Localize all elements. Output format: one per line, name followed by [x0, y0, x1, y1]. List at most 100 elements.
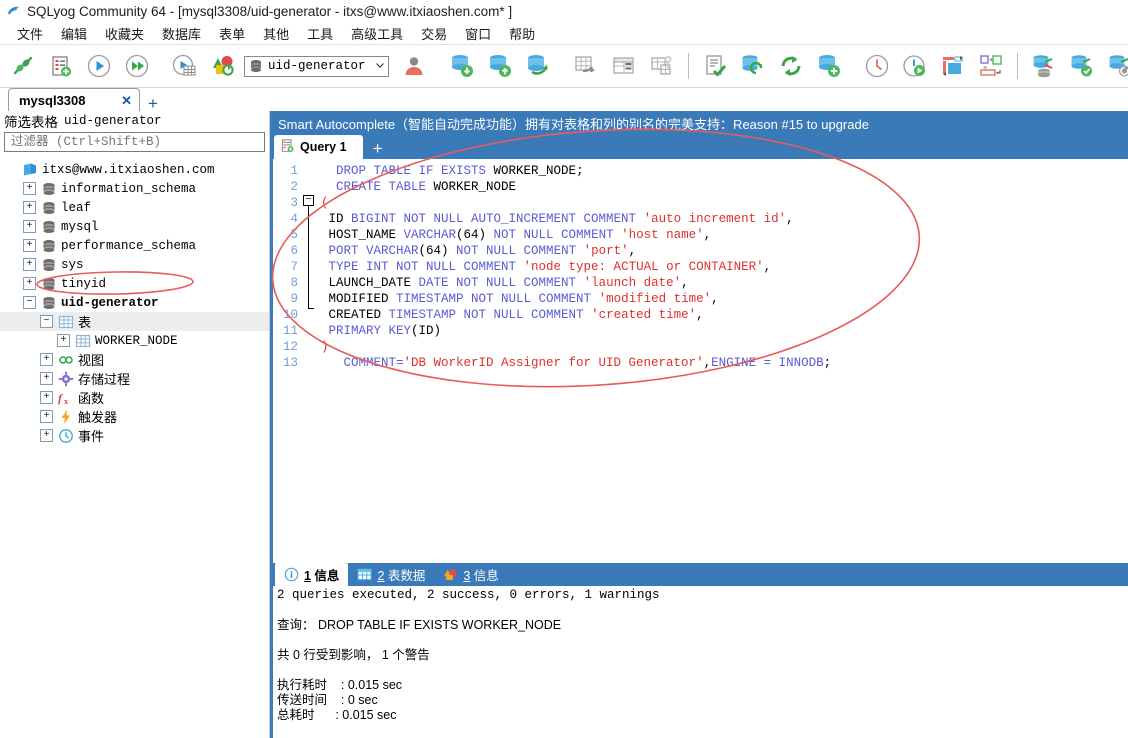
- verify-backup-icon[interactable]: [1063, 47, 1101, 85]
- menu-window[interactable]: 窗口: [456, 23, 500, 44]
- tree-node-server[interactable]: itxs@www.itxiaoshen.com: [0, 160, 269, 179]
- menu-transaction[interactable]: 交易: [412, 23, 456, 44]
- tree-node-events[interactable]: + 事件: [0, 426, 269, 445]
- execute-query-icon[interactable]: [80, 47, 118, 85]
- execute-all-queries-icon[interactable]: [118, 47, 156, 85]
- fold-toggle-icon[interactable]: −: [303, 195, 314, 206]
- line-number: 5: [290, 228, 298, 242]
- tree-node-information-schema[interactable]: + information_schema: [0, 179, 269, 198]
- tree-node-tables[interactable]: − 表: [0, 312, 269, 331]
- code-line[interactable]: ): [321, 339, 1128, 355]
- tree-node-leaf[interactable]: + leaf: [0, 198, 269, 217]
- refresh-objects-icon[interactable]: [204, 47, 242, 85]
- tree-expander-icon[interactable]: +: [57, 334, 70, 347]
- code-line[interactable]: LAUNCH_DATE DATE NOT NULL COMMENT 'launc…: [321, 275, 1128, 291]
- table-key-icon[interactable]: [643, 47, 681, 85]
- code-line[interactable]: DROP TABLE IF EXISTS WORKER_NODE;: [321, 163, 1128, 179]
- tree-expander-icon[interactable]: +: [23, 239, 36, 252]
- execute-query-to-grid-icon[interactable]: [166, 47, 204, 85]
- tree-node-worker-node[interactable]: + WORKER_NODE: [0, 331, 269, 350]
- database-selector[interactable]: uid-generator: [244, 55, 389, 77]
- new-query-tab-icon[interactable]: [42, 47, 80, 85]
- code-line[interactable]: (: [321, 195, 1128, 211]
- sql-editor[interactable]: 1 2 3 4 5 6 7 8 9 10 11 12 13 − DROP TABLE IF EXISTS…: [270, 159, 1128, 563]
- new-connection-icon[interactable]: [4, 47, 42, 85]
- tree-expander-icon[interactable]: +: [23, 201, 36, 214]
- refresh-database-icon[interactable]: [734, 47, 772, 85]
- history-clock-icon[interactable]: [858, 47, 896, 85]
- tree-node-uid-generator[interactable]: − uid-generator: [0, 293, 269, 312]
- connection-tab-mysql3308[interactable]: mysql3308 ✕: [8, 88, 140, 113]
- tree-expander-icon[interactable]: −: [23, 296, 36, 309]
- tree-node-mysql[interactable]: + mysql: [0, 217, 269, 236]
- refresh-green-icon[interactable]: [772, 47, 810, 85]
- result-tab-number: 1: [304, 569, 311, 583]
- restore-backup-icon[interactable]: [1101, 47, 1128, 85]
- add-connection-tab-button[interactable]: +: [140, 95, 166, 112]
- code-line[interactable]: CREATED TIMESTAMP NOT NULL COMMENT 'crea…: [321, 307, 1128, 323]
- tree-expander-icon[interactable]: +: [40, 410, 53, 423]
- menu-database[interactable]: 数据库: [153, 23, 210, 44]
- tree-node-label: mysql: [61, 219, 99, 234]
- tree-node-performance-schema[interactable]: + performance_schema: [0, 236, 269, 255]
- add-database-icon[interactable]: [810, 47, 848, 85]
- menu-tools[interactable]: 工具: [298, 23, 342, 44]
- sql-code-content[interactable]: DROP TABLE IF EXISTS WORKER_NODE; CREATE…: [317, 159, 1128, 563]
- code-line[interactable]: PRIMARY KEY(ID): [321, 323, 1128, 339]
- close-icon[interactable]: ✕: [107, 93, 132, 109]
- menu-other[interactable]: 其他: [254, 23, 298, 44]
- import-database-icon[interactable]: [443, 47, 481, 85]
- database-icon: [251, 60, 261, 72]
- tree-node-views[interactable]: + 视图: [0, 350, 269, 369]
- code-line[interactable]: COMMENT='DB WorkerID Assigner for UID Ge…: [321, 355, 1128, 371]
- tree-expander-icon[interactable]: −: [40, 315, 53, 328]
- edit-form-icon[interactable]: [696, 47, 734, 85]
- table-diagnostics-icon[interactable]: [605, 47, 643, 85]
- result-tab-text: 信息: [310, 569, 340, 583]
- tree-expander-icon[interactable]: +: [23, 258, 36, 271]
- backup-database-icon[interactable]: [1025, 47, 1063, 85]
- code-line[interactable]: HOST_NAME VARCHAR(64) NOT NULL COMMENT '…: [321, 227, 1128, 243]
- export-database-icon[interactable]: [481, 47, 519, 85]
- database-icon: [41, 238, 57, 254]
- menu-file[interactable]: 文件: [8, 23, 52, 44]
- tree-expander-icon[interactable]: +: [23, 182, 36, 195]
- filter-input[interactable]: [9, 134, 260, 150]
- result-tab-messages[interactable]: 1 信息: [275, 563, 349, 586]
- tree-node-procedures[interactable]: + 存储过程: [0, 369, 269, 388]
- tree-node-functions[interactable]: + f x 函数: [0, 388, 269, 407]
- menu-advanced-tools[interactable]: 高级工具: [342, 23, 412, 44]
- user-manager-icon[interactable]: [395, 47, 433, 85]
- tree-expander-icon[interactable]: +: [23, 220, 36, 233]
- result-tab-info[interactable]: 3 信息: [434, 564, 507, 585]
- scheduled-job-icon[interactable]: [896, 47, 934, 85]
- chevron-down-icon[interactable]: [374, 59, 386, 74]
- tree-node-triggers[interactable]: + 触发器: [0, 407, 269, 426]
- form-layout-icon[interactable]: + ÷: [972, 47, 1010, 85]
- add-query-tab-button[interactable]: +: [363, 140, 393, 157]
- tree-node-tinyid[interactable]: + tinyid: [0, 274, 269, 293]
- code-line[interactable]: MODIFIED TIMESTAMP NOT NULL COMMENT 'mod…: [321, 291, 1128, 307]
- tree-expander-icon[interactable]: +: [40, 353, 53, 366]
- line-number: 7: [290, 260, 298, 274]
- result-tab-table-data[interactable]: 2 表数据: [348, 564, 434, 585]
- filter-box[interactable]: [4, 132, 265, 152]
- menu-help[interactable]: 帮助: [500, 23, 544, 44]
- window-layout-icon[interactable]: [934, 47, 972, 85]
- sync-database-icon[interactable]: [519, 47, 557, 85]
- query-tab-1[interactable]: Query 1: [274, 135, 363, 159]
- table-export-icon[interactable]: [567, 47, 605, 85]
- tree-expander-icon[interactable]: +: [40, 372, 53, 385]
- tree-expander-icon[interactable]: +: [23, 277, 36, 290]
- menu-edit[interactable]: 编辑: [52, 23, 96, 44]
- tree-expander-icon[interactable]: +: [40, 391, 53, 404]
- code-line[interactable]: PORT VARCHAR(64) NOT NULL COMMENT 'port'…: [321, 243, 1128, 259]
- code-line[interactable]: ID BIGINT NOT NULL AUTO_INCREMENT COMMEN…: [321, 211, 1128, 227]
- menu-favorites[interactable]: 收藏夹: [96, 23, 153, 44]
- tree-node-sys[interactable]: + sys: [0, 255, 269, 274]
- tree-expander-icon[interactable]: +: [40, 429, 53, 442]
- code-line[interactable]: TYPE INT NOT NULL COMMENT 'node type: AC…: [321, 259, 1128, 275]
- code-line[interactable]: CREATE TABLE WORKER_NODE: [321, 179, 1128, 195]
- code-token: NOT NULL COMMENT: [456, 244, 584, 258]
- menu-table[interactable]: 表单: [210, 23, 254, 44]
